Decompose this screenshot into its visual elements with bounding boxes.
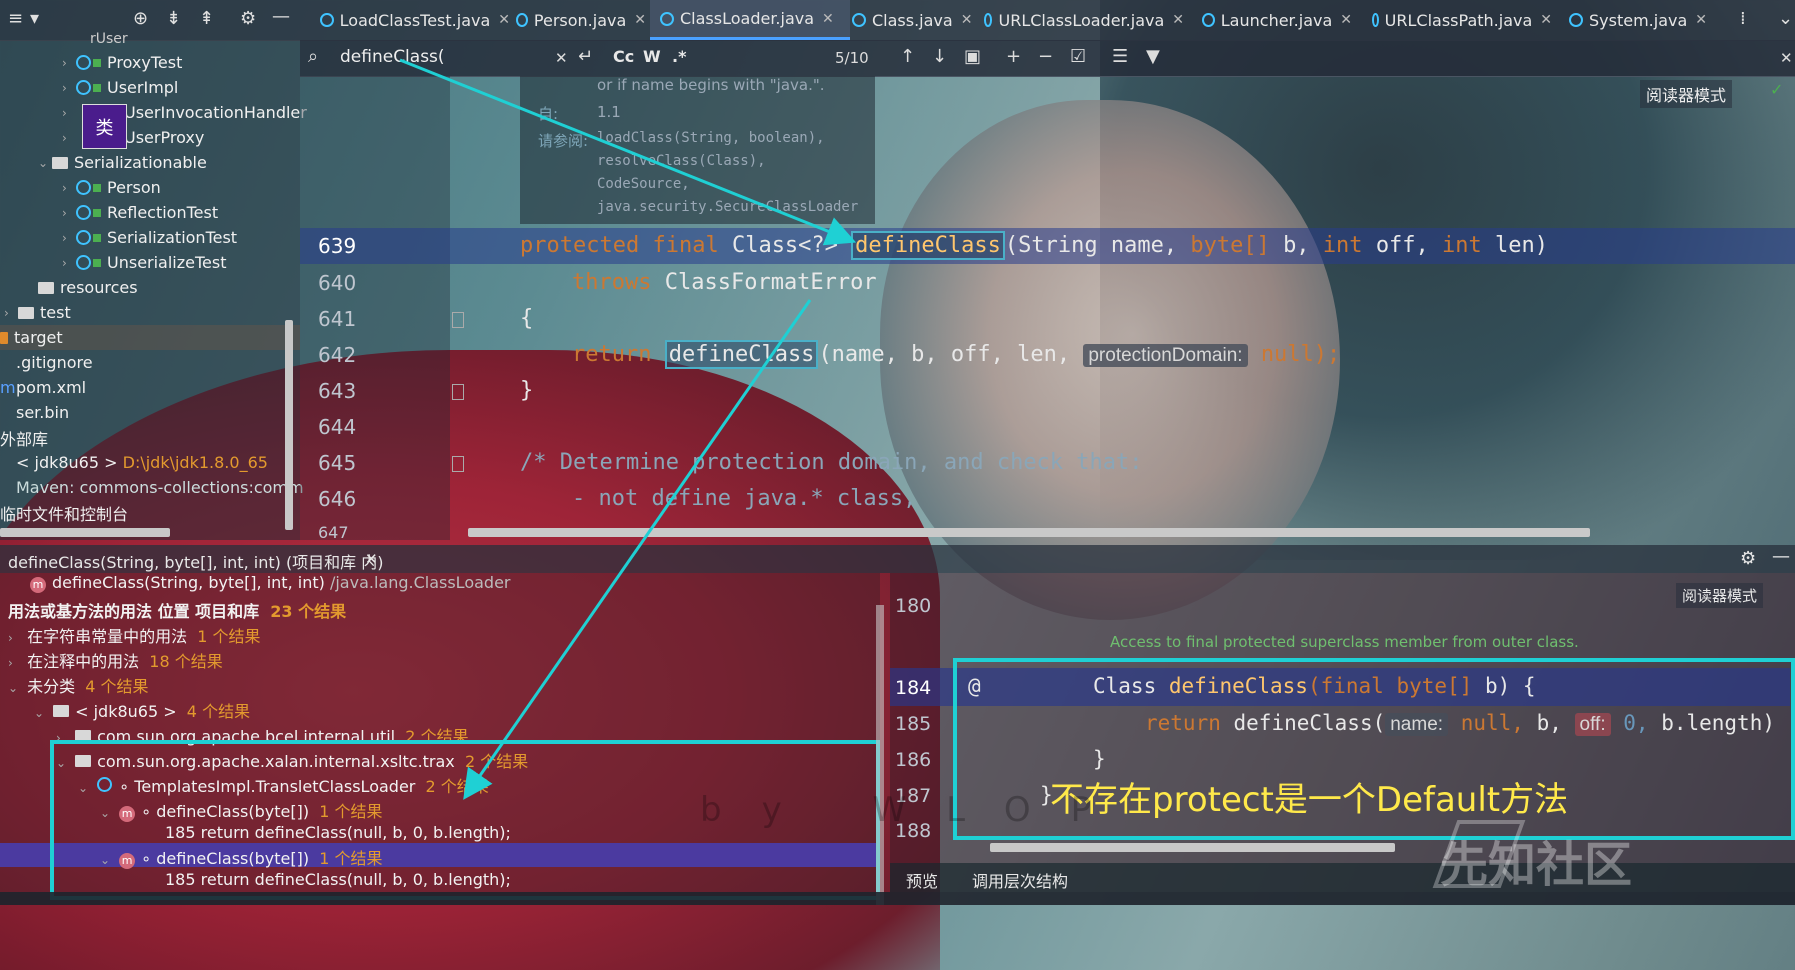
- annotation-arrows: [399, 58, 857, 800]
- arrow-to-definition: [399, 58, 857, 246]
- arrow-to-result: [463, 299, 812, 800]
